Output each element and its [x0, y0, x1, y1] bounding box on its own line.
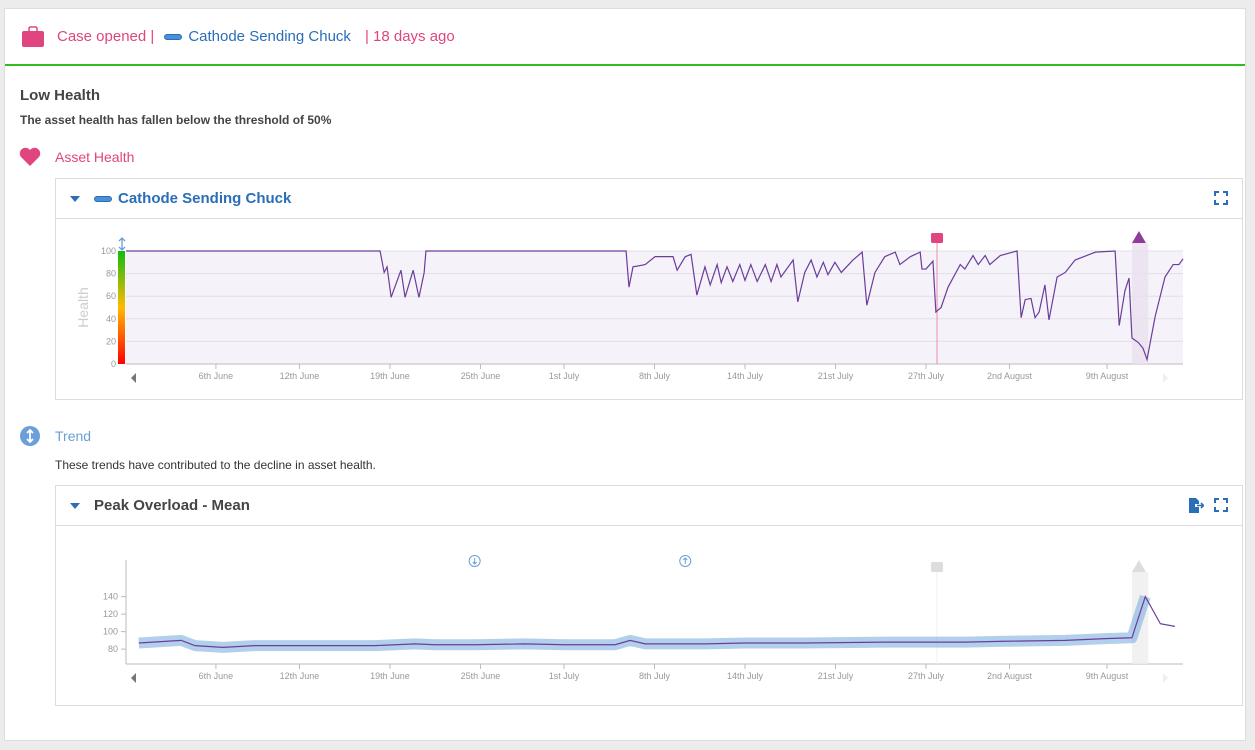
asset-link[interactable]: Cathode Sending Chuck	[188, 28, 351, 45]
alert-title: Low Health	[20, 87, 101, 104]
trend-panel-title: Peak Overload - Mean	[94, 497, 250, 514]
x-tick-label: 6th June	[199, 671, 234, 681]
y-tick-label: 140	[103, 592, 118, 602]
export-icon[interactable]	[1188, 498, 1204, 513]
x-tick-label: 21st July	[818, 371, 854, 381]
y-tick-label: 120	[103, 609, 118, 619]
briefcase-icon	[22, 25, 44, 47]
case-age: | 18 days ago	[364, 28, 455, 45]
x-tick-label: 8th July	[639, 671, 671, 681]
trend-panel-header: Peak Overload - Mean	[56, 486, 1242, 526]
x-tick-label: 8th July	[639, 371, 671, 381]
asset-icon	[94, 195, 112, 202]
x-tick-label: 21st July	[818, 671, 854, 681]
trend-panel: Peak Overload - Mean 80 100 120 140 6th June…	[55, 485, 1243, 706]
fullscreen-icon[interactable]	[1214, 498, 1228, 512]
y-axis-label: Health	[75, 287, 91, 327]
trend-description: These trends have contributed to the dec…	[55, 458, 376, 472]
confidence-band	[138, 594, 1151, 653]
x-tick-label: 25th June	[461, 371, 501, 381]
up-down-circle-icon	[20, 426, 40, 446]
x-tick-label: 19th June	[370, 371, 410, 381]
x-tick-label: 12th June	[280, 671, 320, 681]
x-tick-label: 19th June	[370, 671, 410, 681]
chart-plot: 80 100 120 140 6th June 12th June 19th June 25t…	[103, 555, 1183, 683]
y-tick-label: 0	[111, 359, 116, 369]
case-header: Case opened | Cathode Sending Chuck | 18…	[5, 9, 1245, 66]
x-tick-label: 9th August	[1086, 671, 1129, 681]
x-tick-label: 1st July	[549, 671, 580, 681]
fullscreen-icon[interactable]	[1214, 191, 1228, 205]
resize-arrow-icon	[118, 237, 126, 251]
arrow-up-icon	[682, 557, 688, 564]
collapse-caret-icon[interactable]	[70, 195, 80, 202]
y-tick-label: 60	[106, 291, 116, 301]
health-panel-title[interactable]: Cathode Sending Chuck	[118, 190, 291, 207]
alert-band	[1131, 243, 1149, 364]
chart-plot: Health 0 20 40 60 80 100 6th June 12th June 19th …	[75, 231, 1184, 383]
x-tick-label: 14th July	[727, 371, 764, 381]
asset-icon	[164, 33, 183, 40]
y-tick-label: 40	[106, 314, 116, 324]
y-tick-label: 100	[101, 246, 116, 256]
case-opened-label: Case opened |	[57, 28, 155, 45]
health-panel-header: Cathode Sending Chuck	[56, 179, 1242, 219]
y-tick-label: 100	[103, 627, 118, 637]
x-tick-label: 9th August	[1086, 371, 1129, 381]
x-tick-label: 25th June	[461, 671, 501, 681]
alert-description: The asset health has fallen below the th…	[20, 113, 332, 127]
x-tick-label: 6th June	[199, 371, 234, 381]
trend-chart: 80 100 120 140 6th June 12th June 19th June 25t…	[103, 555, 1183, 683]
arrow-down-icon	[472, 558, 478, 565]
scroll-left-icon[interactable]	[131, 373, 136, 383]
trend-label: Trend	[55, 428, 92, 444]
heart-icon	[19, 147, 41, 166]
y-tick-label: 20	[106, 336, 116, 346]
warning-icon	[1131, 560, 1146, 572]
x-tick-label: 2nd August	[987, 671, 1033, 681]
y-tick-label: 80	[108, 644, 118, 654]
x-tick-label: 1st July	[549, 371, 580, 381]
plot-background	[126, 251, 1183, 364]
x-tick-label: 27th July	[908, 671, 945, 681]
briefcase-icon	[931, 562, 944, 572]
health-color-scale	[118, 251, 125, 364]
asset-health-label: Asset Health	[55, 149, 135, 165]
warning-icon	[1131, 231, 1146, 243]
y-tick-label: 80	[106, 269, 116, 279]
scroll-left-icon[interactable]	[131, 673, 136, 683]
scroll-right-icon[interactable]	[1163, 673, 1168, 683]
case-card: Case opened | Cathode Sending Chuck | 18…	[4, 8, 1246, 741]
health-chart: Health 0 20 40 60 80 100 6th June 12th June 19th …	[75, 231, 1184, 383]
x-tick-label: 14th July	[727, 671, 764, 681]
x-tick-label: 12th June	[280, 371, 320, 381]
x-tick-label: 2nd August	[987, 371, 1033, 381]
collapse-caret-icon[interactable]	[70, 502, 80, 509]
briefcase-icon	[931, 233, 944, 243]
asset-health-section: Asset Health	[19, 147, 134, 167]
trend-section: Trend	[19, 425, 91, 447]
x-tick-label: 27th July	[908, 371, 945, 381]
scroll-right-icon[interactable]	[1163, 373, 1168, 383]
health-panel: Cathode Sending Chuck Health 0 20 40 60 80 100…	[55, 178, 1243, 400]
